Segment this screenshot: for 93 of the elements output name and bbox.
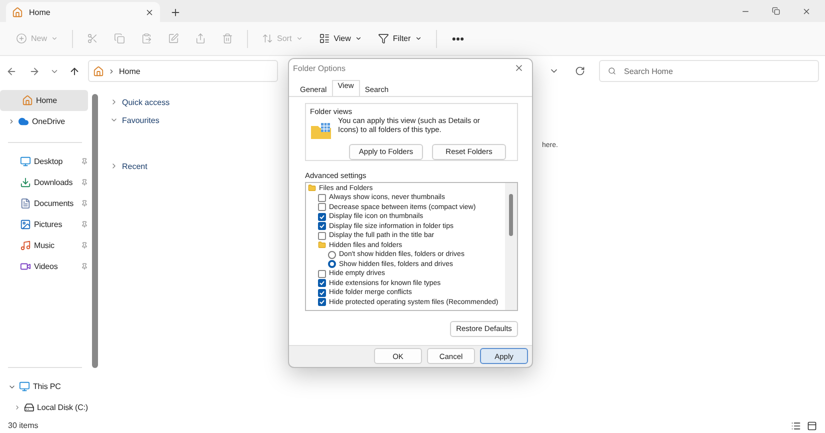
close-icon[interactable] bbox=[145, 8, 154, 16]
filter-icon bbox=[378, 33, 389, 44]
checkbox[interactable] bbox=[318, 194, 326, 202]
checkbox[interactable] bbox=[318, 212, 326, 221]
toolbar-button[interactable]: View bbox=[312, 26, 368, 50]
caret-icon bbox=[51, 35, 58, 42]
monitor-icon bbox=[19, 381, 30, 392]
close-icon[interactable] bbox=[802, 6, 811, 16]
chevron-icon[interactable] bbox=[14, 404, 21, 411]
checkbox[interactable] bbox=[318, 279, 326, 288]
cloud-icon bbox=[18, 116, 29, 127]
desktop-icon bbox=[20, 156, 31, 167]
restore-icon[interactable] bbox=[772, 7, 780, 15]
scrollbar[interactable] bbox=[92, 94, 98, 368]
download-icon bbox=[20, 177, 31, 188]
folder-icon bbox=[308, 184, 316, 192]
home-icon bbox=[22, 95, 33, 106]
pin-icon bbox=[81, 263, 88, 270]
refresh-icon bbox=[575, 66, 585, 76]
sidebar-item[interactable]: This PC bbox=[0, 376, 88, 397]
sidebar-item[interactable]: Pictures bbox=[0, 214, 88, 235]
chevron-icon bbox=[108, 68, 115, 74]
search-field[interactable]: Search Home bbox=[599, 60, 819, 82]
forward-button[interactable] bbox=[29, 66, 40, 76]
checkbox[interactable] bbox=[318, 203, 326, 212]
chevron-icon bbox=[110, 116, 118, 124]
details-view-icon[interactable] bbox=[791, 420, 801, 430]
radio-button[interactable] bbox=[328, 260, 336, 268]
checkbox[interactable] bbox=[318, 222, 326, 230]
pin-icon bbox=[81, 200, 88, 207]
up-button[interactable] bbox=[69, 66, 80, 76]
sort-icon bbox=[262, 33, 274, 44]
section-header[interactable]: Favourites bbox=[110, 112, 160, 128]
back-icon bbox=[6, 66, 17, 76]
dialog-title: Folder Options bbox=[293, 64, 346, 73]
delete-icon bbox=[222, 33, 234, 44]
new-tab-icon[interactable] bbox=[170, 7, 181, 18]
chevron-icon[interactable] bbox=[8, 118, 15, 125]
browser-tab[interactable]: Home bbox=[6, 2, 160, 22]
folder-icon bbox=[318, 241, 326, 250]
caret-icon bbox=[354, 35, 362, 42]
sidebar-item[interactable]: Downloads bbox=[0, 172, 88, 193]
music-icon bbox=[20, 240, 31, 251]
checkbox[interactable] bbox=[318, 298, 326, 306]
rename-icon bbox=[168, 33, 180, 44]
picture-icon bbox=[20, 219, 31, 230]
sidebar-item[interactable]: Music bbox=[0, 235, 88, 256]
close-icon[interactable] bbox=[514, 63, 524, 74]
chevron-icon bbox=[110, 162, 118, 170]
copy-icon bbox=[114, 33, 126, 44]
view-icon bbox=[318, 33, 330, 44]
search-input[interactable]: Search Home bbox=[622, 66, 802, 76]
sidebar-item[interactable]: Videos bbox=[0, 256, 88, 277]
pin-icon bbox=[81, 221, 88, 228]
breadcrumb[interactable]: Home bbox=[119, 66, 140, 76]
paste-icon bbox=[141, 33, 152, 44]
caret-icon bbox=[296, 35, 303, 42]
back-button[interactable] bbox=[6, 66, 17, 76]
forward-icon bbox=[29, 66, 40, 76]
sidebar-item[interactable]: Home bbox=[0, 90, 88, 111]
share-icon bbox=[195, 33, 206, 44]
document-icon bbox=[20, 198, 31, 209]
caret-icon bbox=[414, 35, 422, 42]
pin-icon bbox=[81, 158, 88, 165]
pin-icon bbox=[81, 242, 88, 249]
folder-view-icon bbox=[310, 122, 332, 140]
sidebar-item[interactable]: Documents bbox=[0, 193, 88, 214]
home-icon bbox=[12, 6, 23, 18]
tab-title: Home bbox=[29, 8, 50, 16]
sidebar-item[interactable]: OneDrive bbox=[0, 111, 88, 132]
chevron-icon bbox=[110, 98, 118, 106]
home-icon bbox=[93, 66, 104, 76]
up-icon bbox=[69, 66, 80, 76]
toolbar-button[interactable]: Filter bbox=[372, 26, 428, 50]
radio-button[interactable] bbox=[328, 250, 336, 259]
refresh-button[interactable] bbox=[575, 66, 585, 76]
scrollbar-thumb[interactable] bbox=[509, 194, 513, 236]
section-header[interactable]: Recent bbox=[110, 158, 148, 174]
cut-icon bbox=[87, 33, 98, 44]
section-header[interactable]: Quick access bbox=[110, 94, 170, 110]
new-icon bbox=[16, 33, 27, 44]
checkbox[interactable] bbox=[318, 232, 326, 240]
checkbox[interactable] bbox=[318, 288, 326, 297]
tiles-view-icon[interactable] bbox=[807, 420, 817, 430]
sidebar-item[interactable]: Desktop bbox=[0, 151, 88, 172]
address-bar[interactable]: Home bbox=[88, 60, 278, 82]
sidebar-item[interactable]: Local Disk (C:) bbox=[0, 397, 88, 418]
item-count: 30 items bbox=[8, 421, 38, 430]
video-icon bbox=[20, 261, 31, 272]
pin-icon bbox=[81, 179, 88, 186]
search-icon bbox=[608, 67, 616, 75]
drive-icon bbox=[24, 402, 34, 413]
checkbox[interactable] bbox=[318, 270, 326, 278]
